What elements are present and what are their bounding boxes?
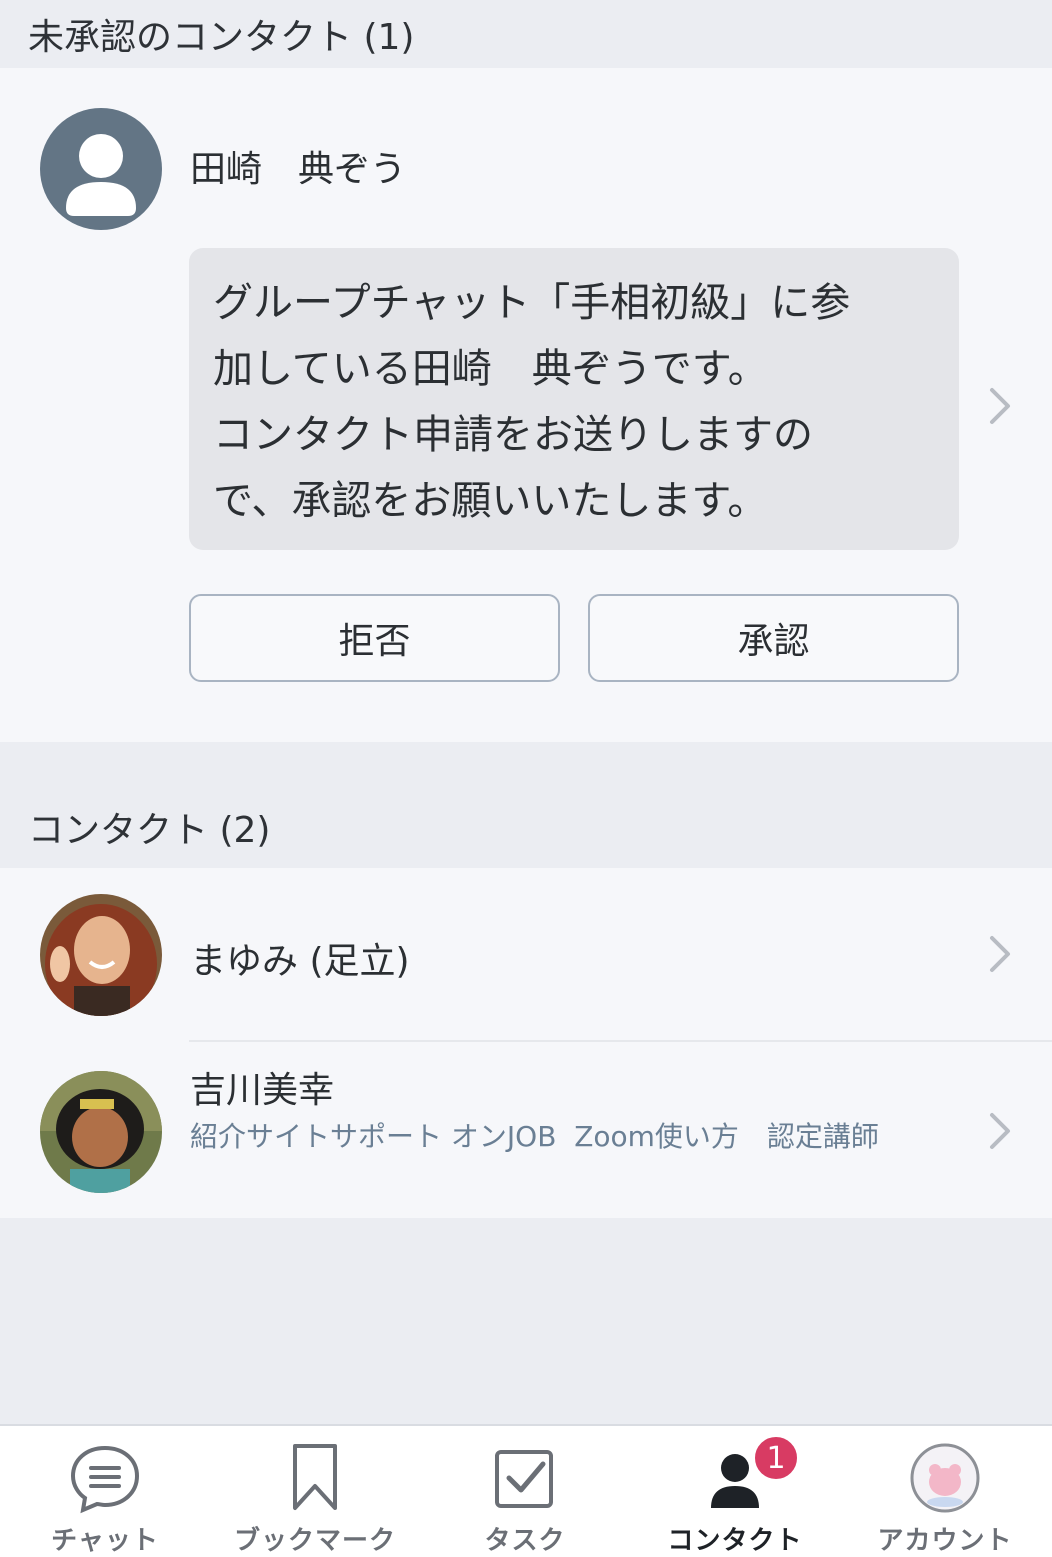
chevron-right-icon[interactable] [984,386,1014,426]
contact-row[interactable]: 吉川美幸 紹介サイトサポート オンJOB Zoom使い方 認定講師 [0,1043,1052,1218]
chevron-right-icon[interactable] [984,934,1014,974]
pending-request-card: 田崎 典ぞう グループチャット「手相初級」に参 加している田崎 典ぞうです。 コ… [0,68,1052,742]
bookmark-icon [293,1444,337,1510]
tab-label: タスク [484,1526,566,1556]
notification-badge: 1 [752,1434,800,1482]
contact-name: 吉川美幸 [190,1070,335,1111]
tab-account[interactable]: アカウント [840,1426,1050,1557]
contact-subtitle: 紹介サイトサポート オンJOB Zoom使い方 認定講師 [190,1120,879,1153]
tab-label: チャット [51,1526,159,1556]
contact-avatar-photo[interactable] [40,894,162,1016]
task-icon [495,1450,553,1508]
tab-contact[interactable]: 1 コンタクト [630,1426,840,1557]
approve-button[interactable]: 承認 [588,594,959,682]
contacts-section-header: コンタクト (2) [0,786,1052,868]
contact-avatar-photo[interactable] [40,1071,162,1193]
contact-list: まゆみ (足立) 吉川美幸 紹介サイトサポート オンJOB Zoom使い方 認定… [0,868,1052,1218]
tab-chat[interactable]: チャット [0,1426,210,1557]
account-avatar-icon [910,1443,980,1513]
contact-name: まゆみ (足立) [190,941,410,982]
pending-section-header: 未承認のコンタクト (1) [0,0,1052,68]
tab-bookmark[interactable]: ブックマーク [210,1426,420,1557]
request-message[interactable]: グループチャット「手相初級」に参 加している田崎 典ぞうです。 コンタクト申請を… [189,248,959,550]
row-divider [189,1040,1052,1042]
tab-label: コンタクト [667,1526,803,1556]
pending-section-title: 未承認のコンタクト (1) [28,17,415,58]
contacts-section-title: コンタクト (2) [28,810,271,851]
default-avatar-icon[interactable] [40,108,162,230]
tab-label: アカウント [877,1526,1013,1556]
chevron-right-icon[interactable] [984,1111,1014,1151]
contacts-screen: 未承認のコンタクト (1) 田崎 典ぞう グループチャット「手相初級」に参 加し… [0,0,1052,1557]
chat-icon [70,1445,140,1514]
tab-label: ブックマーク [233,1526,396,1556]
reject-button[interactable]: 拒否 [189,594,560,682]
requester-name: 田崎 典ぞう [190,149,407,190]
contact-row[interactable]: まゆみ (足立) [0,868,1052,1043]
tab-task[interactable]: タスク [420,1426,630,1557]
tab-bar: チャット ブックマーク タスク 1 コンタクト アカウント [0,1424,1052,1557]
